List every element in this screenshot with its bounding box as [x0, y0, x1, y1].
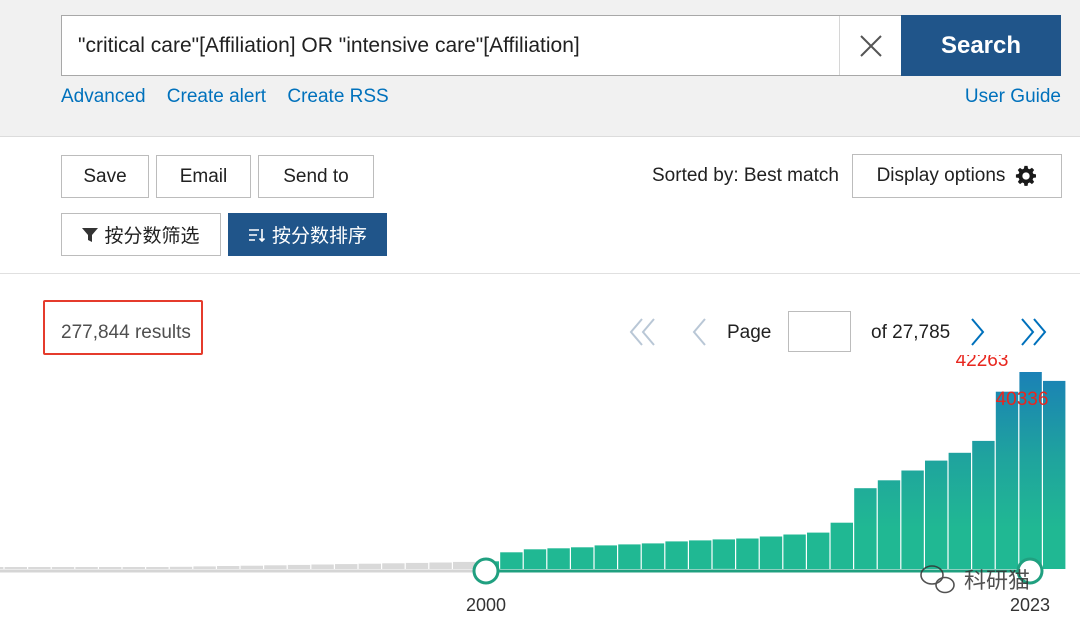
chart-bar: [264, 565, 287, 569]
search-input[interactable]: "critical care"[Affiliation] OR "intensi…: [61, 15, 901, 76]
chart-bar: [925, 460, 948, 569]
page-number-input[interactable]: [788, 311, 851, 352]
filter-icon: [82, 227, 99, 242]
chart-bar: [358, 563, 381, 569]
bar-data-label: 40336: [996, 389, 1049, 410]
chart-bar: [641, 543, 665, 569]
chart-bar: [335, 564, 358, 569]
axis-tick-start: 2000: [466, 595, 506, 615]
chart-bar: [618, 544, 641, 569]
search-links: Advanced Create alert Create RSS: [61, 86, 405, 108]
chart-bar: [830, 522, 853, 569]
chart-bar: [547, 548, 570, 569]
chart-bar: [240, 565, 263, 569]
chart-bar: [523, 549, 547, 569]
email-button[interactable]: Email: [156, 155, 251, 198]
chart-bar: [193, 566, 216, 569]
create-rss-link[interactable]: Create RSS: [287, 86, 388, 107]
watermark-text: 科研猫: [964, 569, 1030, 594]
clear-search-button[interactable]: [839, 16, 901, 75]
double-chevron-right-icon[interactable]: [1018, 317, 1050, 347]
chart-bar: [736, 538, 759, 569]
chart-bars: [0, 372, 1066, 569]
double-chevron-left-icon[interactable]: [628, 317, 658, 347]
close-icon: [859, 34, 882, 57]
advanced-link[interactable]: Advanced: [61, 86, 146, 107]
chart-bar: [217, 566, 240, 569]
chart-bar: [854, 488, 877, 569]
chart-bar: [75, 567, 98, 569]
chart-bar: [382, 563, 405, 569]
chart-bar: [0, 567, 4, 569]
sort-order-label: Sorted by: Best match: [652, 165, 839, 186]
filter-by-score-button[interactable]: 按分数筛选: [61, 213, 221, 256]
range-handle-start[interactable]: [472, 557, 500, 585]
toolbar-divider: [0, 273, 1080, 274]
chart-bar: [665, 541, 688, 569]
sort-by-score-label: 按分数排序: [271, 226, 367, 247]
chart-bar: [169, 566, 193, 569]
chart-bar: [28, 567, 51, 569]
user-guide-link[interactable]: User Guide: [965, 86, 1061, 108]
sort-icon: [248, 228, 266, 242]
chart-bar: [287, 564, 311, 569]
chart-bar: [429, 562, 452, 569]
bar-data-label: 42263: [956, 355, 1009, 371]
chart-bar: [405, 562, 429, 569]
gear-icon: [1016, 165, 1037, 186]
save-button[interactable]: Save: [61, 155, 149, 198]
chart-bar: [51, 567, 75, 569]
chart-bar: [712, 539, 735, 569]
chart-bar: [594, 545, 617, 569]
search-button[interactable]: Search: [901, 15, 1061, 76]
chart-bar: [571, 547, 594, 569]
page-total: of 27,785: [871, 322, 951, 343]
chevron-left-icon[interactable]: [690, 317, 708, 347]
year-timeline-chart[interactable]: 2000 2023 42263 40336 科研猫: [0, 355, 1080, 629]
chart-bar: [4, 567, 27, 569]
chart-bar: [122, 567, 145, 569]
chart-bar: [759, 536, 783, 569]
search-band: "critical care"[Affiliation] OR "intensi…: [0, 0, 1080, 137]
chart-bar: [995, 391, 1019, 569]
chevron-right-icon[interactable]: [968, 317, 988, 347]
page-label: Page: [727, 322, 772, 343]
chart-bar: [146, 567, 169, 569]
send-to-button[interactable]: Send to: [258, 155, 374, 198]
chart-bar: [972, 440, 995, 569]
chart-bar: [311, 564, 334, 569]
chart-bar: [500, 552, 523, 569]
chart-bar: [453, 561, 476, 569]
axis-tick-end: 2023: [1010, 595, 1050, 615]
chart-bar: [901, 470, 924, 569]
chart-bar: [877, 480, 901, 569]
chart-bar: [948, 452, 971, 569]
create-alert-link[interactable]: Create alert: [167, 86, 266, 107]
chart-bar: [807, 532, 830, 569]
display-options-button[interactable]: Display options: [852, 154, 1062, 198]
chart-bar: [99, 567, 122, 569]
filter-by-score-label: 按分数筛选: [104, 226, 200, 247]
display-options-label: Display options: [876, 165, 1006, 186]
chart-bar: [783, 534, 806, 569]
results-highlight-box: [43, 300, 203, 355]
search-query-text[interactable]: "critical care"[Affiliation] OR "intensi…: [78, 16, 838, 75]
sort-by-score-button[interactable]: 按分数排序: [228, 213, 387, 256]
chart-bar: [689, 540, 712, 569]
